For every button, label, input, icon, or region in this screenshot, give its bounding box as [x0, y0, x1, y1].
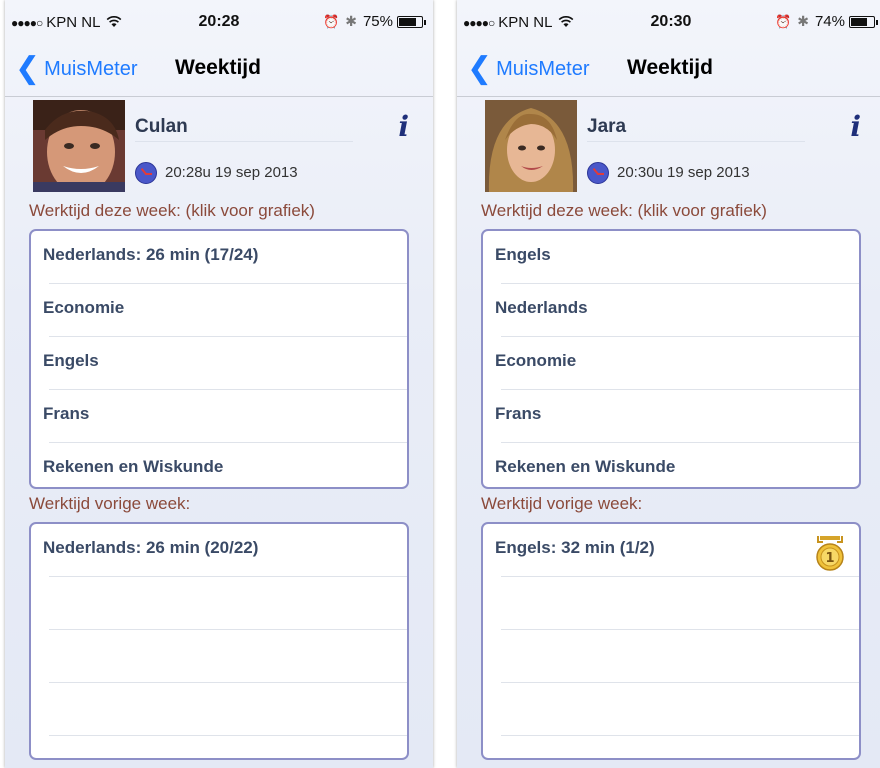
timestamp: 20:28u 19 sep 2013	[165, 164, 298, 181]
list-item	[483, 736, 859, 758]
list-item	[483, 630, 859, 683]
bluetooth-icon: ✱	[797, 13, 809, 29]
row-label: Engels: 32 min (1/2)	[495, 538, 655, 557]
info-icon[interactable]: i	[398, 110, 409, 143]
this-week-card: Engels Nederlands Economie Frans Rekenen…	[481, 229, 861, 489]
back-button-label: MuisMeter	[496, 57, 590, 80]
this-week-card: Nederlands: 26 min (17/24) Economie Enge…	[29, 229, 409, 489]
list-item	[483, 577, 859, 630]
name-divider	[135, 141, 353, 142]
status-bar: ●●●●○ KPN NL 20:28 ⏰ ✱ 75%	[5, 0, 433, 44]
this-week-label[interactable]: Werktijd deze week: (klik voor grafiek)	[29, 201, 315, 221]
list-item[interactable]: Engels: 32 min (1/2) 1	[483, 524, 859, 577]
bluetooth-icon: ✱	[345, 13, 357, 29]
list-item[interactable]: Nederlands	[483, 284, 859, 337]
phone-screen-left: ●●●●○ KPN NL 20:28 ⏰ ✱ 75% ❮ MuisMeter W…	[5, 0, 433, 768]
list-item[interactable]: Frans	[483, 390, 859, 443]
list-item	[31, 630, 407, 683]
this-week-label[interactable]: Werktijd deze week: (klik voor grafiek)	[481, 201, 767, 221]
clock-icon	[587, 162, 609, 184]
info-icon[interactable]: i	[850, 110, 861, 143]
back-button[interactable]: ❮ MuisMeter	[15, 54, 138, 84]
battery-percentage: 75%	[362, 13, 393, 30]
last-week-card: Engels: 32 min (1/2) 1	[481, 522, 861, 760]
list-item[interactable]: Nederlands: 26 min (20/22)	[31, 524, 407, 577]
avatar	[33, 100, 125, 192]
profile-header: Culan i 20:28u 19 sep 2013	[5, 100, 433, 196]
battery-fill	[399, 17, 416, 26]
chevron-left-icon: ❮	[15, 51, 41, 86]
list-item[interactable]: Engels	[31, 337, 407, 390]
alarm-icon: ⏰	[775, 13, 792, 29]
avatar	[485, 100, 577, 192]
last-week-label: Werktijd vorige week:	[481, 494, 643, 513]
name-divider	[587, 141, 805, 142]
list-item[interactable]: Frans	[31, 390, 407, 443]
navigation-bar: ❮ MuisMeter Weektijd	[457, 44, 880, 97]
list-item[interactable]: Nederlands: 26 min (17/24)	[31, 231, 407, 284]
clock-icon	[135, 162, 157, 184]
navigation-bar: ❮ MuisMeter Weektijd	[5, 44, 433, 97]
list-item[interactable]: Engels	[483, 231, 859, 284]
battery-percentage: 74%	[814, 13, 845, 30]
student-name: Jara	[587, 116, 627, 137]
svg-text:1: 1	[825, 551, 834, 566]
profile-header: Jara i 20:30u 19 sep 2013	[457, 100, 880, 196]
list-item	[31, 683, 407, 736]
last-week-card: Nederlands: 26 min (20/22)	[29, 522, 409, 760]
nav-title: Weektijd	[627, 56, 713, 79]
list-item	[31, 736, 407, 758]
back-button-label: MuisMeter	[44, 57, 138, 80]
status-bar: ●●●●○ KPN NL 20:30 ⏰ ✱ 74%	[457, 0, 880, 44]
battery-icon	[849, 15, 878, 28]
nav-title: Weektijd	[175, 56, 261, 79]
list-item	[483, 683, 859, 736]
list-item[interactable]: Rekenen en Wiskunde	[483, 443, 859, 487]
battery-fill	[851, 17, 868, 26]
timestamp: 20:30u 19 sep 2013	[617, 164, 750, 181]
phone-screen-right: ●●●●○ KPN NL 20:30 ⏰ ✱ 74% ❮ MuisMeter W…	[457, 0, 880, 768]
chevron-left-icon: ❮	[467, 51, 493, 86]
list-item[interactable]: Economie	[483, 337, 859, 390]
back-button[interactable]: ❮ MuisMeter	[467, 54, 590, 84]
alarm-icon: ⏰	[323, 13, 340, 29]
student-name: Culan	[135, 116, 188, 137]
list-item[interactable]: Economie	[31, 284, 407, 337]
gold-medal-icon: 1	[816, 536, 844, 571]
list-item[interactable]: Rekenen en Wiskunde	[31, 443, 407, 487]
battery-icon	[397, 15, 426, 28]
last-week-label: Werktijd vorige week:	[29, 494, 191, 513]
list-item	[31, 577, 407, 630]
